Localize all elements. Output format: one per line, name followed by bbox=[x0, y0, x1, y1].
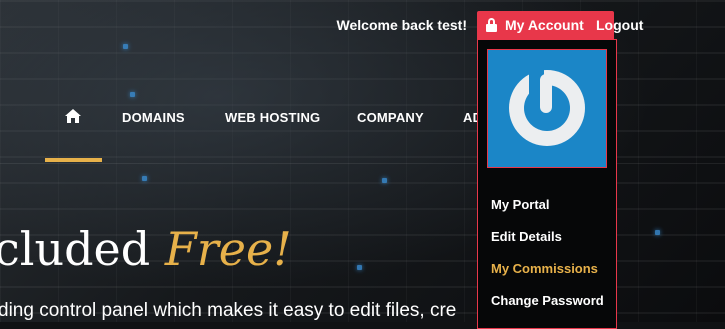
nav-item-company[interactable]: COMPANY bbox=[357, 110, 424, 125]
power-icon bbox=[509, 68, 585, 146]
welcome-text: Welcome back test! bbox=[336, 17, 467, 33]
dropdown-item-edit-details[interactable]: Edit Details bbox=[491, 229, 562, 244]
logout-link[interactable]: Logout bbox=[596, 17, 643, 33]
lock-icon bbox=[486, 18, 497, 32]
rack-light bbox=[142, 176, 147, 181]
dropdown-item-my-portal[interactable]: My Portal bbox=[491, 197, 550, 212]
avatar bbox=[487, 49, 607, 168]
account-dropdown: My Portal Edit Details My Commissions Ch… bbox=[477, 39, 617, 329]
home-icon[interactable] bbox=[64, 108, 82, 124]
rack-light bbox=[357, 265, 362, 270]
home-active-indicator bbox=[45, 158, 102, 162]
hero-subtitle: ding control panel which makes it easy t… bbox=[0, 300, 457, 321]
top-bar: Welcome back test! My Account Logout bbox=[0, 11, 725, 39]
nav-item-web-hosting[interactable]: WEB HOSTING bbox=[225, 110, 320, 125]
rack-light bbox=[655, 230, 660, 235]
dropdown-item-change-password[interactable]: Change Password bbox=[491, 293, 604, 308]
my-account-button[interactable]: My Account bbox=[477, 11, 614, 39]
hero-title-highlight: Free! bbox=[164, 222, 292, 276]
rack-light bbox=[130, 92, 135, 97]
rack-light bbox=[123, 44, 128, 49]
nav-item-domains[interactable]: DOMAINS bbox=[122, 110, 185, 125]
my-account-label: My Account bbox=[505, 17, 584, 33]
dropdown-item-my-commissions[interactable]: My Commissions bbox=[491, 261, 598, 276]
rack-light bbox=[382, 178, 387, 183]
hero-title: cluded Free! bbox=[0, 222, 292, 276]
